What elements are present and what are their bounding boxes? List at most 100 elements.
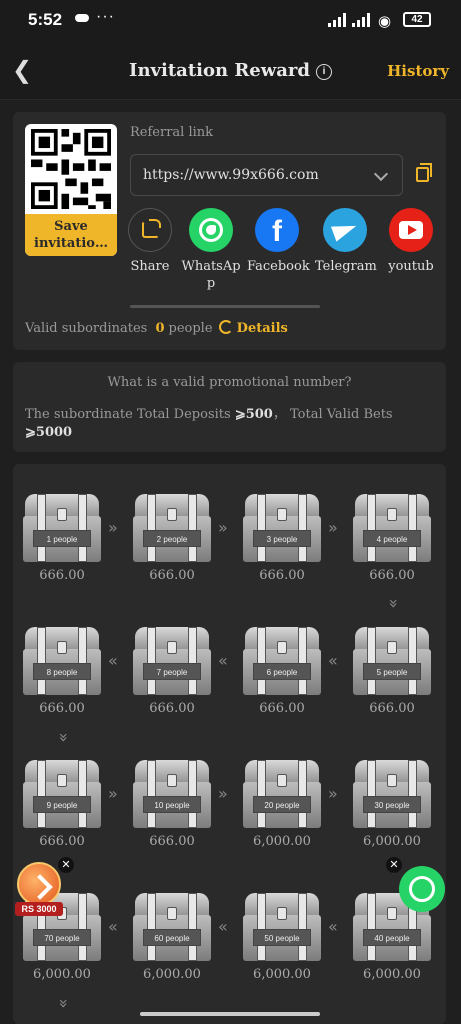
lock-icon [57,508,67,521]
reward-amount: 666.00 [149,834,195,849]
reward-chest[interactable]: 10 people [133,760,211,830]
lock-icon [277,641,287,654]
chevron-down-icon[interactable] [373,166,389,182]
promo-desc-deposits: The subordinate Total Deposits [25,407,235,422]
reward-amount: 666.00 [149,568,195,583]
reward-amount: 6,000.00 [363,967,421,982]
qr-code: Save invitatio… [25,124,117,256]
save-invitation-button[interactable]: Save invitatio… [25,214,117,256]
reward-chest-label: 40 people [363,929,421,946]
share-button[interactable]: Share [120,208,180,275]
reward-chest-label: 7 people [143,663,201,680]
facebook-label: Facebook [247,259,310,274]
lock-icon [167,641,177,654]
nav-bar: ❮ Invitation Reward i History [0,40,461,100]
referral-link-field[interactable]: https://www.99x666.com [130,154,403,196]
reward-amount: 666.00 [39,568,85,583]
telegram-label: Telegram [315,259,377,274]
promo-description: The subordinate Total Deposits ⩾500， Tot… [25,406,435,442]
share-whatsapp-button[interactable]: WhatsAp p [181,208,241,292]
arrow-left-icon: « [108,917,118,936]
promo-question: What is a valid promotional number? [107,375,352,390]
arrow-right-icon: » [218,518,228,537]
reward-chest[interactable]: 2 people [133,494,211,564]
share-facebook-button[interactable]: f Facebook [247,208,310,275]
referral-link-label: Referral link [130,125,214,140]
valid-subordinates-count: 0 [155,321,165,336]
share-youtube-button[interactable]: youtub [381,208,441,275]
close-promo-button[interactable]: ✕ [58,857,74,873]
refresh-icon[interactable] [218,320,233,334]
reward-chest[interactable]: 1 people [23,494,101,564]
promo-deposit-threshold: ⩾500 [234,407,273,422]
rewards-card: 1 people 666.00 » 2 people 666.00 » 3 people 66… [13,464,446,1024]
home-indicator[interactable] [140,1012,320,1016]
valid-subordinates-unit: people [168,321,213,336]
lock-icon [387,774,397,787]
lock-icon [387,907,397,920]
qr-code-icon [31,129,111,209]
reward-chest-label: 50 people [253,929,311,946]
share-scrollbar[interactable] [130,305,320,308]
facebook-icon: f [255,208,299,252]
referral-link-value: https://www.99x666.com [143,167,319,183]
reward-chest[interactable]: 50 people [243,893,321,963]
reward-amount: 666.00 [369,701,415,716]
promo-arrow-icon [17,862,61,906]
promo-bet-threshold: ⩾5000 [25,425,73,440]
reward-chest-label: 6 people [253,663,311,680]
reward-chest[interactable]: 6 people [243,627,321,697]
reward-chest-label: 70 people [33,929,91,946]
lock-icon [167,508,177,521]
reward-chest-label: 4 people [363,530,421,547]
reward-amount: 666.00 [149,701,195,716]
floating-whatsapp-button[interactable] [399,866,445,912]
floating-promo-button[interactable]: RS 3000 [15,862,65,918]
reward-chest-label: 3 people [253,530,311,547]
reward-chest[interactable]: 7 people [133,627,211,697]
lock-icon [57,641,67,654]
arrow-right-icon: » [328,784,338,803]
reward-chest[interactable]: 9 people [23,760,101,830]
reward-chest[interactable]: 60 people [133,893,211,963]
telegram-icon [323,208,367,252]
reward-chest[interactable]: 5 people [353,627,431,697]
reward-chest[interactable]: 4 people [353,494,431,564]
signal-icon [352,13,372,27]
share-label: Share [130,259,170,274]
arrow-down-icon: » [384,598,404,609]
reward-chest-label: 30 people [363,796,421,813]
whatsapp-icon [409,876,435,902]
reward-chest[interactable]: 20 people [243,760,321,830]
arrow-down-icon: » [54,732,74,743]
reward-amount: 666.00 [259,568,305,583]
reward-amount: 6,000.00 [33,967,91,982]
info-icon[interactable]: i [315,64,332,80]
reward-chest-label: 60 people [143,929,201,946]
lock-icon [277,907,287,920]
details-link[interactable]: Details [237,321,288,336]
reward-chest[interactable]: 3 people [243,494,321,564]
status-time: 5:52 [28,10,63,29]
whatsapp-label: WhatsAp p [181,259,241,291]
reward-chest[interactable]: 30 people [353,760,431,830]
lock-icon [167,907,177,920]
history-button[interactable]: History [387,62,449,80]
promo-info-card: What is a valid promotional number? The … [13,362,446,452]
close-whatsapp-button[interactable]: ✕ [386,857,402,873]
reward-amount: 6,000.00 [143,967,201,982]
reward-chest-label: 20 people [253,796,311,813]
copy-icon[interactable] [416,163,432,182]
reward-chest-label: 1 people [33,530,91,547]
reward-chest[interactable]: 8 people [23,627,101,697]
arrow-left-icon: « [328,917,338,936]
arrow-right-icon: » [108,784,118,803]
lock-icon [277,774,287,787]
share-telegram-button[interactable]: Telegram [315,208,377,275]
reward-chest-label: 9 people [33,796,91,813]
arrow-left-icon: « [218,651,228,670]
reward-chest-label: 8 people [33,663,91,680]
lock-icon [167,774,177,787]
arrow-down-icon: » [54,998,74,1009]
arrow-right-icon: » [108,518,118,537]
